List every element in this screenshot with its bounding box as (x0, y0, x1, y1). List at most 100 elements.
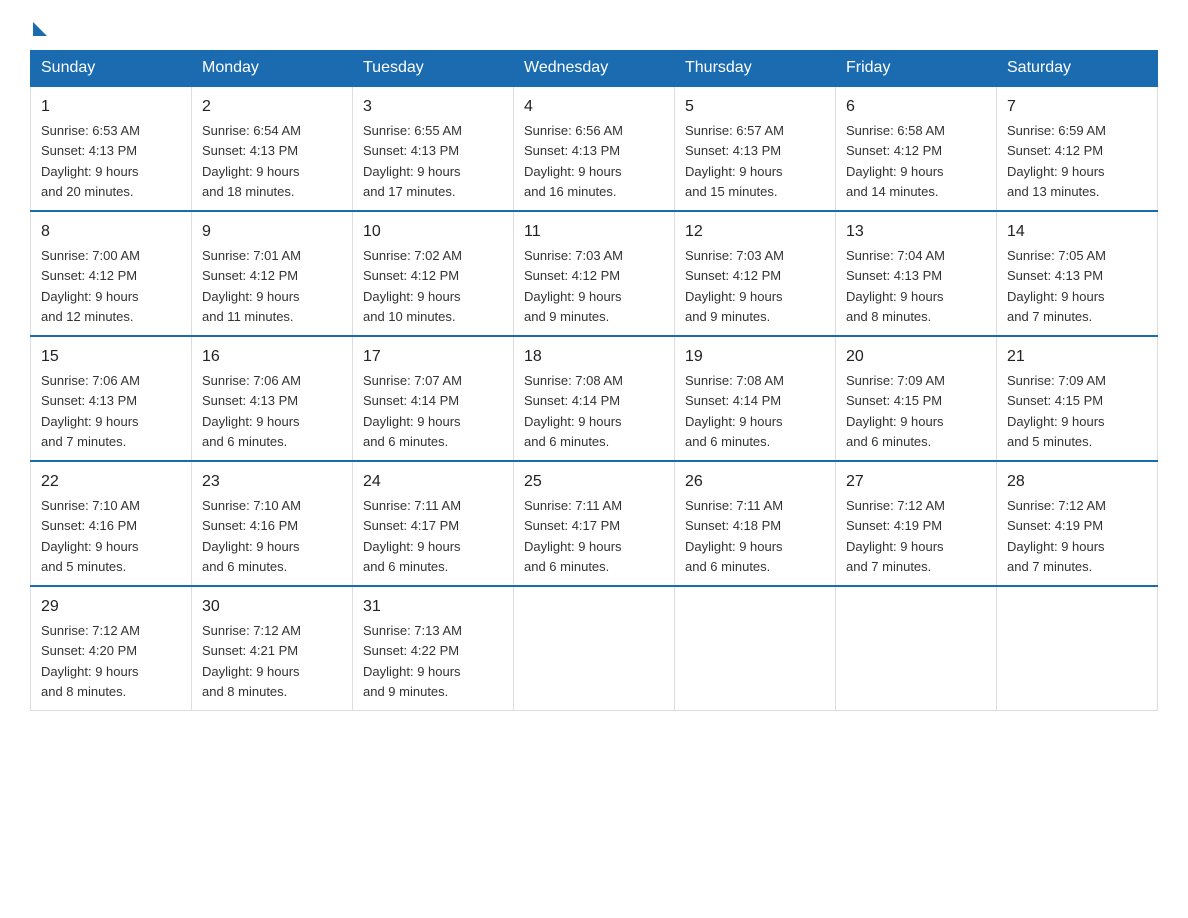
day-info: Sunrise: 7:03 AMSunset: 4:12 PMDaylight:… (524, 248, 623, 324)
calendar-day-cell: 20 Sunrise: 7:09 AMSunset: 4:15 PMDayligh… (836, 336, 997, 461)
calendar-day-cell: 24 Sunrise: 7:11 AMSunset: 4:17 PMDayligh… (353, 461, 514, 586)
day-info: Sunrise: 7:10 AMSunset: 4:16 PMDaylight:… (202, 498, 301, 574)
day-number: 1 (41, 95, 181, 119)
day-number: 6 (846, 95, 986, 119)
weekday-header-sunday: Sunday (31, 51, 192, 87)
day-number: 25 (524, 470, 664, 494)
weekday-header-tuesday: Tuesday (353, 51, 514, 87)
calendar-day-cell: 16Sunrise: 7:06 AMSunset: 4:13 PMDayligh… (192, 336, 353, 461)
day-info: Sunrise: 7:01 AMSunset: 4:12 PMDaylight:… (202, 248, 301, 324)
calendar-day-cell: 8 Sunrise: 7:00 AMSunset: 4:12 PMDaylight… (31, 211, 192, 336)
calendar-body: 1 Sunrise: 6:53 AMSunset: 4:13 PMDaylight… (31, 86, 1158, 711)
day-info: Sunrise: 7:07 AMSunset: 4:14 PMDaylight:… (363, 373, 462, 449)
calendar-day-cell: 13Sunrise: 7:04 AMSunset: 4:13 PMDayligh… (836, 211, 997, 336)
weekday-header-thursday: Thursday (675, 51, 836, 87)
calendar-day-cell: 21 Sunrise: 7:09 AMSunset: 4:15 PMDayligh… (997, 336, 1158, 461)
day-number: 27 (846, 470, 986, 494)
day-number: 7 (1007, 95, 1147, 119)
day-info: Sunrise: 7:11 AMSunset: 4:17 PMDaylight:… (524, 498, 622, 574)
logo-triangle-icon (33, 22, 47, 36)
calendar-day-cell: 1 Sunrise: 6:53 AMSunset: 4:13 PMDaylight… (31, 86, 192, 211)
calendar-day-cell: 9 Sunrise: 7:01 AMSunset: 4:12 PMDaylight… (192, 211, 353, 336)
calendar-week-row: 22 Sunrise: 7:10 AMSunset: 4:16 PMDayligh… (31, 461, 1158, 586)
day-info: Sunrise: 7:12 AMSunset: 4:21 PMDaylight:… (202, 623, 301, 699)
calendar-day-cell: 30 Sunrise: 7:12 AMSunset: 4:21 PMDayligh… (192, 586, 353, 711)
weekday-header-friday: Friday (836, 51, 997, 87)
day-number: 10 (363, 220, 503, 244)
day-number: 8 (41, 220, 181, 244)
day-info: Sunrise: 7:12 AMSunset: 4:20 PMDaylight:… (41, 623, 140, 699)
day-info: Sunrise: 6:58 AMSunset: 4:12 PMDaylight:… (846, 123, 945, 199)
day-number: 30 (202, 595, 342, 619)
calendar-day-cell: 29 Sunrise: 7:12 AMSunset: 4:20 PMDayligh… (31, 586, 192, 711)
day-number: 2 (202, 95, 342, 119)
day-number: 24 (363, 470, 503, 494)
day-info: Sunrise: 7:05 AMSunset: 4:13 PMDaylight:… (1007, 248, 1106, 324)
calendar-day-cell: 12 Sunrise: 7:03 AMSunset: 4:12 PMDayligh… (675, 211, 836, 336)
day-number: 28 (1007, 470, 1147, 494)
day-number: 15 (41, 345, 181, 369)
day-number: 3 (363, 95, 503, 119)
calendar-day-cell: 14 Sunrise: 7:05 AMSunset: 4:13 PMDayligh… (997, 211, 1158, 336)
day-info: Sunrise: 7:03 AMSunset: 4:12 PMDaylight:… (685, 248, 784, 324)
calendar-week-row: 15Sunrise: 7:06 AMSunset: 4:13 PMDayligh… (31, 336, 1158, 461)
day-number: 26 (685, 470, 825, 494)
day-info: Sunrise: 7:12 AMSunset: 4:19 PMDaylight:… (846, 498, 945, 574)
day-info: Sunrise: 7:08 AMSunset: 4:14 PMDaylight:… (524, 373, 623, 449)
day-info: Sunrise: 6:59 AMSunset: 4:12 PMDaylight:… (1007, 123, 1106, 199)
calendar-week-row: 1 Sunrise: 6:53 AMSunset: 4:13 PMDaylight… (31, 86, 1158, 211)
day-number: 9 (202, 220, 342, 244)
day-info: Sunrise: 7:09 AMSunset: 4:15 PMDaylight:… (846, 373, 945, 449)
day-number: 17 (363, 345, 503, 369)
day-info: Sunrise: 7:08 AMSunset: 4:14 PMDaylight:… (685, 373, 784, 449)
day-info: Sunrise: 7:00 AMSunset: 4:12 PMDaylight:… (41, 248, 140, 324)
calendar-day-cell: 23 Sunrise: 7:10 AMSunset: 4:16 PMDayligh… (192, 461, 353, 586)
day-number: 19 (685, 345, 825, 369)
day-number: 12 (685, 220, 825, 244)
calendar-week-row: 8 Sunrise: 7:00 AMSunset: 4:12 PMDaylight… (31, 211, 1158, 336)
day-info: Sunrise: 7:12 AMSunset: 4:19 PMDaylight:… (1007, 498, 1106, 574)
weekday-header-wednesday: Wednesday (514, 51, 675, 87)
day-number: 18 (524, 345, 664, 369)
day-info: Sunrise: 6:54 AMSunset: 4:13 PMDaylight:… (202, 123, 301, 199)
calendar-day-cell: 25 Sunrise: 7:11 AMSunset: 4:17 PMDayligh… (514, 461, 675, 586)
day-info: Sunrise: 6:57 AMSunset: 4:13 PMDaylight:… (685, 123, 784, 199)
calendar-day-cell (514, 586, 675, 711)
day-number: 29 (41, 595, 181, 619)
calendar-day-cell: 28 Sunrise: 7:12 AMSunset: 4:19 PMDayligh… (997, 461, 1158, 586)
calendar-day-cell: 3 Sunrise: 6:55 AMSunset: 4:13 PMDaylight… (353, 86, 514, 211)
calendar-day-cell: 7 Sunrise: 6:59 AMSunset: 4:12 PMDaylight… (997, 86, 1158, 211)
calendar-day-cell: 18 Sunrise: 7:08 AMSunset: 4:14 PMDayligh… (514, 336, 675, 461)
calendar-day-cell (836, 586, 997, 711)
calendar-day-cell: 27 Sunrise: 7:12 AMSunset: 4:19 PMDayligh… (836, 461, 997, 586)
logo (30, 20, 47, 32)
calendar-day-cell (675, 586, 836, 711)
calendar-day-cell: 17 Sunrise: 7:07 AMSunset: 4:14 PMDayligh… (353, 336, 514, 461)
calendar-day-cell: 2 Sunrise: 6:54 AMSunset: 4:13 PMDaylight… (192, 86, 353, 211)
day-number: 21 (1007, 345, 1147, 369)
day-number: 20 (846, 345, 986, 369)
day-info: Sunrise: 7:13 AMSunset: 4:22 PMDaylight:… (363, 623, 462, 699)
day-number: 22 (41, 470, 181, 494)
calendar-day-cell: 15Sunrise: 7:06 AMSunset: 4:13 PMDayligh… (31, 336, 192, 461)
calendar-day-cell: 19 Sunrise: 7:08 AMSunset: 4:14 PMDayligh… (675, 336, 836, 461)
page-header (30, 20, 1158, 32)
day-number: 5 (685, 95, 825, 119)
day-info: Sunrise: 6:53 AMSunset: 4:13 PMDaylight:… (41, 123, 140, 199)
day-number: 23 (202, 470, 342, 494)
day-number: 14 (1007, 220, 1147, 244)
calendar-day-cell: 31Sunrise: 7:13 AMSunset: 4:22 PMDayligh… (353, 586, 514, 711)
calendar-table: SundayMondayTuesdayWednesdayThursdayFrid… (30, 50, 1158, 711)
day-number: 11 (524, 220, 664, 244)
day-info: Sunrise: 7:11 AMSunset: 4:18 PMDaylight:… (685, 498, 783, 574)
day-info: Sunrise: 7:04 AMSunset: 4:13 PMDaylight:… (846, 248, 945, 324)
day-info: Sunrise: 7:11 AMSunset: 4:17 PMDaylight:… (363, 498, 461, 574)
calendar-day-cell: 10Sunrise: 7:02 AMSunset: 4:12 PMDayligh… (353, 211, 514, 336)
calendar-day-cell: 26 Sunrise: 7:11 AMSunset: 4:18 PMDayligh… (675, 461, 836, 586)
calendar-day-cell: 22Sunrise: 7:10 AMSunset: 4:16 PMDayligh… (31, 461, 192, 586)
day-info: Sunrise: 7:09 AMSunset: 4:15 PMDaylight:… (1007, 373, 1106, 449)
day-info: Sunrise: 6:56 AMSunset: 4:13 PMDaylight:… (524, 123, 623, 199)
day-info: Sunrise: 6:55 AMSunset: 4:13 PMDaylight:… (363, 123, 462, 199)
calendar-header: SundayMondayTuesdayWednesdayThursdayFrid… (31, 51, 1158, 87)
calendar-day-cell (997, 586, 1158, 711)
